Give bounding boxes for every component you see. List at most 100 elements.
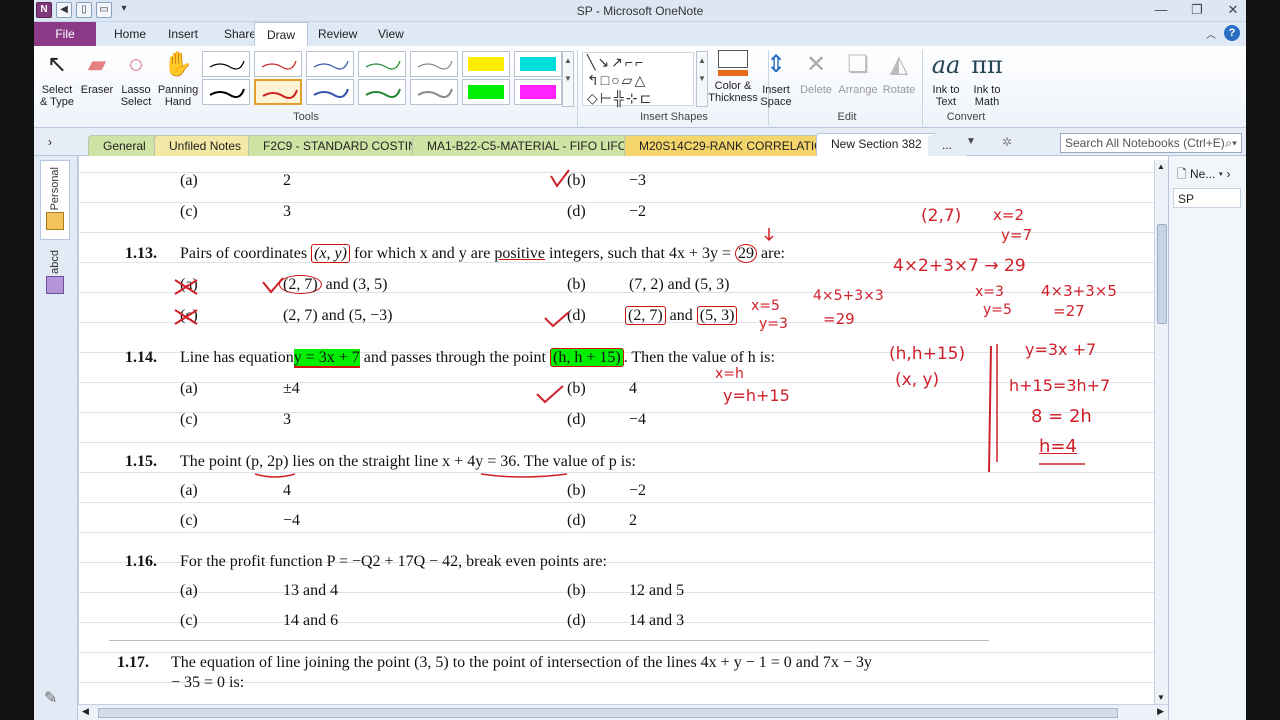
pen-swatch[interactable] <box>358 79 406 105</box>
rotate-button[interactable]: ◭ Rotate <box>880 50 918 96</box>
double-arrow-icon[interactable]: ↗ <box>611 54 625 70</box>
rectangle-icon[interactable]: □ <box>601 72 611 88</box>
tab-view[interactable]: View <box>366 22 416 46</box>
pen-swatch[interactable] <box>462 51 510 77</box>
section-tab-rank-correlation[interactable]: M20S14C29-RANK CORRELATION <box>624 135 848 156</box>
arrange-button[interactable]: ❏ Arrange <box>836 50 880 96</box>
lasso-select-button[interactable]: ◌ Lasso Select <box>118 50 154 108</box>
page-vertical-scrollbar[interactable]: ▲ ▼ <box>1154 160 1168 704</box>
delete-button[interactable]: ✕ Delete <box>798 50 834 96</box>
diamond-icon[interactable]: ◇ <box>587 90 600 106</box>
hand-icon: ✋ <box>163 51 193 78</box>
pen-swatch[interactable] <box>254 51 302 77</box>
cross-axes-icon[interactable]: ⊹ <box>626 90 640 106</box>
unfiled-notes-icon[interactable]: ✎ <box>44 688 57 708</box>
pen-swatch[interactable] <box>306 79 354 105</box>
tab-review[interactable]: Review <box>306 22 369 46</box>
scroll-up-icon[interactable]: ▲ <box>1157 162 1165 171</box>
ink-to-math-icon: ππ <box>971 51 1003 79</box>
insert-space-button[interactable]: ⇕ Insert Space <box>756 50 796 108</box>
notebook-panel: Personal abcd ✎ <box>34 156 78 720</box>
select-type-button[interactable]: ↖ Select & Type <box>38 50 76 108</box>
tab-home[interactable]: Home <box>102 22 158 46</box>
scroll-down-icon[interactable]: ▼ <box>1157 693 1165 702</box>
axis-icon[interactable]: ⌐ <box>625 54 635 70</box>
minimize-icon[interactable]: — <box>1154 2 1168 18</box>
pen-swatch[interactable] <box>410 51 458 77</box>
pen-swatch[interactable] <box>462 79 510 105</box>
page-horizontal-scrollbar[interactable]: ◀ ▶ <box>78 704 1168 720</box>
tab-file[interactable]: File <box>34 22 96 46</box>
window-title: SP - Microsoft OneNote <box>576 4 704 18</box>
section-tab-new-section[interactable]: New Section 382 <box>816 133 937 156</box>
pen-stroke-icon <box>417 60 453 70</box>
ink-xy: (x, y) <box>895 370 940 390</box>
section-tab-more[interactable]: ... <box>928 135 967 156</box>
h-scroll-thumb[interactable] <box>98 708 1118 718</box>
arrow-icon[interactable]: ↘ <box>597 54 611 70</box>
eraser-button[interactable]: ▰ Eraser <box>78 50 116 96</box>
axes3-icon[interactable]: ⊏ <box>640 90 654 106</box>
triangle-icon[interactable]: △ <box>634 72 647 88</box>
pen-stroke-icon <box>365 88 401 98</box>
bent-arrow-icon[interactable]: ↰ <box>587 72 601 88</box>
help-icon[interactable]: ? <box>1224 25 1240 41</box>
tick-q13a <box>262 277 284 294</box>
page-tab-sp[interactable]: SP <box>1173 188 1241 208</box>
parallelogram-icon[interactable]: ▱ <box>622 72 635 88</box>
help-area: ︿ ? <box>1206 25 1240 41</box>
shapes-gallery[interactable]: ╲↘↗⌐⌐ ↰□○▱△ ◇⊢╬⊹⊏ <box>582 52 694 106</box>
search-icon[interactable]: ⌕▾ <box>1225 136 1237 150</box>
pen-swatch[interactable] <box>202 51 250 77</box>
section-list-dropdown-icon[interactable]: ▼ <box>966 136 976 147</box>
pen-gallery-scroll[interactable]: ▲ ▼ <box>562 51 574 107</box>
tab-insert[interactable]: Insert <box>156 22 210 46</box>
axes2-icon[interactable]: ╬ <box>614 90 626 106</box>
notebook-abcd[interactable]: abcd <box>40 244 70 304</box>
ink-calc3b: =29 <box>823 310 855 328</box>
separator <box>922 50 923 126</box>
cross-q13a <box>174 279 198 295</box>
work-bar <box>988 345 992 473</box>
scroll-left-icon[interactable]: ◀ <box>82 706 89 717</box>
pen-swatch[interactable] <box>514 51 562 77</box>
pen-swatch[interactable] <box>410 79 458 105</box>
cross-q13c <box>174 309 198 325</box>
tools-group-label: Tools <box>293 111 319 123</box>
new-section-icon[interactable]: ✲ <box>1002 135 1012 149</box>
ink-strokes <box>174 169 1085 478</box>
rotate-icon: ◭ <box>889 51 909 78</box>
pen-swatch[interactable] <box>306 51 354 77</box>
ink-to-text-button[interactable]: aa Ink to Text <box>926 50 966 108</box>
restore-icon[interactable]: ❐ <box>1190 2 1204 18</box>
pen-swatch[interactable] <box>202 79 250 105</box>
section-tab-material-fifo[interactable]: MA1-B22-C5-MATERIAL - FIFO LIFO... <box>412 135 653 156</box>
expand-navigation-icon[interactable]: › <box>48 135 52 149</box>
tab-draw[interactable]: Draw <box>254 22 309 47</box>
pen-stroke-icon <box>313 60 349 70</box>
window-controls: — ❐ ✕ <box>1154 2 1240 18</box>
pen-swatch[interactable] <box>358 51 406 77</box>
color-thickness-button[interactable]: Color & Thickness <box>704 50 762 104</box>
axis2-icon[interactable]: ⌐ <box>635 54 645 70</box>
collapse-ribbon-icon[interactable]: ︿ <box>1206 26 1216 41</box>
tick-q14b <box>536 385 564 404</box>
section-tab-unfiled[interactable]: Unfiled Notes <box>154 135 257 156</box>
panning-hand-button[interactable]: ✋ Panning Hand <box>156 50 200 108</box>
search-input[interactable]: Search All Notebooks (Ctrl+E) ⌕▾ <box>1060 133 1242 153</box>
close-icon[interactable]: ✕ <box>1226 2 1240 18</box>
oval-icon[interactable]: ○ <box>611 72 621 88</box>
new-page-button[interactable]: 🗋 Ne... ▾ › <box>1173 162 1241 182</box>
axes-icon[interactable]: ⊢ <box>600 90 614 106</box>
page-canvas[interactable]: (a) 2 (b) −3 (c) 3 (d) −2 1.13. Pairs of… <box>78 156 1154 704</box>
scroll-right-icon[interactable]: ▶ <box>1157 706 1164 717</box>
pen-swatch[interactable] <box>514 79 562 105</box>
line-icon[interactable]: ╲ <box>587 54 597 70</box>
pen-swatch[interactable] <box>254 79 302 105</box>
ink-x3: x=3 <box>975 284 1004 300</box>
scroll-thumb[interactable] <box>1157 224 1167 324</box>
thickness-bar-icon <box>718 70 748 76</box>
section-tab-general[interactable]: General <box>88 135 161 156</box>
ink-to-math-button[interactable]: ππ Ink to Math <box>968 50 1006 108</box>
ink-x5: x=5 <box>751 298 780 314</box>
